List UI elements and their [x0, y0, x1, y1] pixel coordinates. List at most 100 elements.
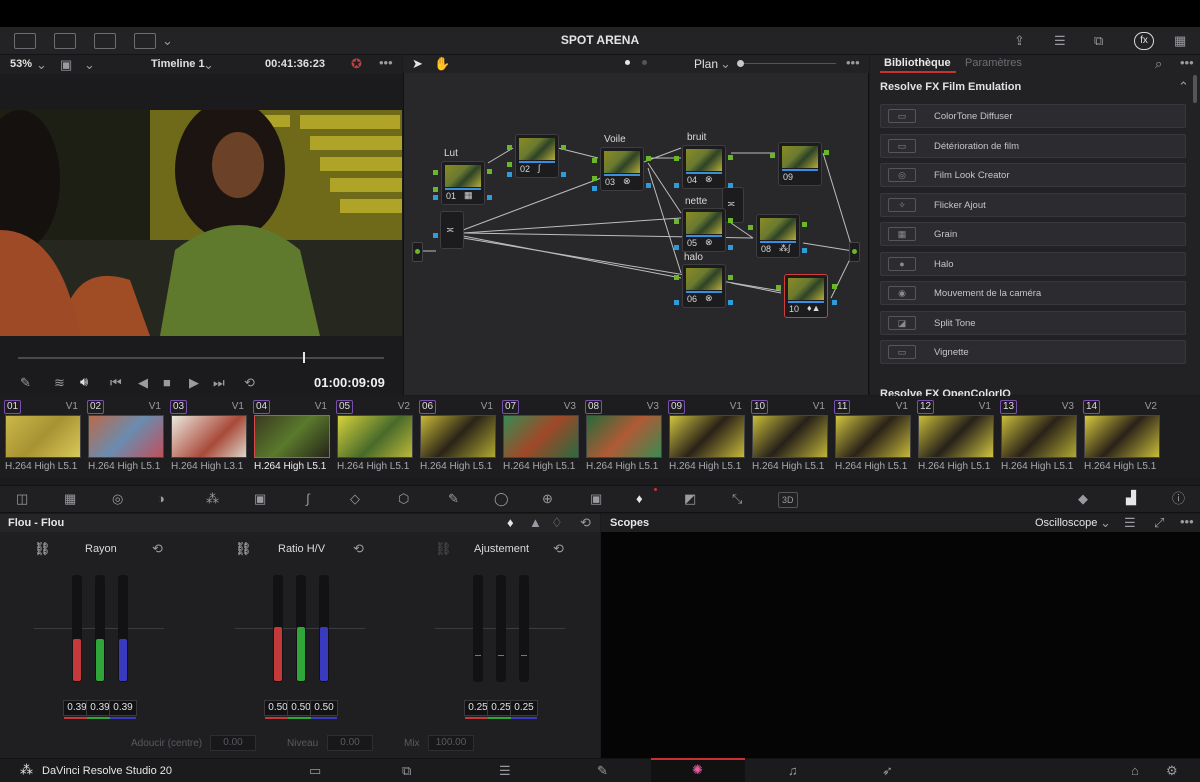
expand-icon[interactable]: ⤢	[1154, 516, 1164, 530]
timeline-name[interactable]: Timeline 1	[151, 58, 205, 70]
blur-slider-blue[interactable]	[118, 575, 128, 682]
search-icon[interactable]: ⌕	[1155, 57, 1162, 71]
eyedropper-icon[interactable]: ✎	[20, 376, 31, 390]
library-section-title[interactable]: Resolve FX Film Emulation	[880, 81, 1021, 93]
motion-effects-icon[interactable]: ▣	[254, 492, 266, 506]
camera-raw-icon[interactable]: ◫	[16, 492, 28, 506]
tab-parameters[interactable]: Paramètres	[965, 57, 1022, 69]
loop-icon[interactable]: ⟲	[244, 376, 255, 390]
page-color-icon[interactable]: ✺	[692, 763, 703, 777]
scopes-icon[interactable]: ▟	[1126, 491, 1136, 505]
link-icon[interactable]: ⛓	[34, 542, 51, 556]
chevron-down-icon[interactable]: ⌄	[36, 58, 47, 72]
page-edit-icon[interactable]: ☰	[499, 764, 511, 778]
fx-film-damage[interactable]: ▭ Détérioration de film	[880, 134, 1186, 158]
splitter-node[interactable]: ≍	[440, 211, 464, 249]
clip-05[interactable]: 05 V2 H.264 High L5.1	[332, 399, 413, 474]
3d-icon[interactable]: 3D	[778, 492, 798, 508]
clip-04[interactable]: 04 V1 H.264 High L5.1	[249, 399, 330, 474]
fx-camera-shake[interactable]: ◉ Mouvement de la caméra	[880, 281, 1186, 305]
node-10[interactable]: 10 ♦▲	[784, 274, 828, 318]
chevron-down-icon[interactable]: ⌄	[84, 58, 95, 72]
reset-icon[interactable]: ⟲	[152, 542, 163, 556]
fx-vignette[interactable]: ▭ Vignette	[880, 340, 1186, 364]
node-06[interactable]: 06 ⊗	[682, 264, 726, 308]
node-03[interactable]: 03 ⊗	[600, 147, 644, 191]
link-icon[interactable]: ⛓	[435, 542, 452, 556]
clip-03[interactable]: 03 V1 H.264 High L3.1	[166, 399, 247, 474]
nodes-icon[interactable]: ⧉	[1094, 34, 1103, 48]
window-icon[interactable]: ◯	[494, 492, 509, 506]
clip-09[interactable]: 09 V1 H.264 High L5.1	[664, 399, 745, 474]
blur-icon[interactable]: ♦	[636, 492, 643, 506]
level-field[interactable]: 0.00	[327, 735, 373, 751]
page-fusion-icon[interactable]: ✎	[597, 764, 608, 778]
page-cut-icon[interactable]: ⧉	[402, 764, 411, 778]
clip-11[interactable]: 11 V1 H.264 High L5.1	[830, 399, 911, 474]
chevron-down-icon[interactable]: ⌄	[162, 34, 173, 48]
library-scrollbar[interactable]	[1193, 75, 1197, 103]
media-pool-icon[interactable]	[14, 33, 36, 49]
mist-mode-icon[interactable]: ♢	[551, 516, 563, 530]
page-fairlight-icon[interactable]: ♫	[788, 764, 798, 778]
info-icon[interactable]: ⓘ	[1172, 492, 1185, 506]
node-04[interactable]: 04 ⊗	[682, 145, 726, 189]
scope-type-select[interactable]: Oscilloscope	[1035, 517, 1097, 529]
tab-library[interactable]: Bibliothèque	[884, 57, 951, 69]
skip-forward-icon[interactable]: ⏭	[213, 376, 225, 390]
clip-14[interactable]: 14 V2 H.264 High L5.1	[1079, 399, 1160, 474]
key-icon[interactable]: ◩	[684, 492, 696, 506]
soften-field[interactable]: 0.00	[210, 735, 256, 751]
node-02[interactable]: 02 ∫	[515, 134, 559, 178]
layers-icon[interactable]: ≋	[54, 376, 65, 390]
blur-slider-blue[interactable]	[519, 575, 529, 682]
clip-01[interactable]: 01 V1 H.264 High L5.1	[0, 399, 81, 474]
blur-slider-green[interactable]	[496, 575, 506, 682]
node-05[interactable]: 05 ⊗	[682, 208, 726, 252]
clips-icon[interactable]	[54, 33, 76, 49]
grid-icon[interactable]: ▦	[1174, 34, 1186, 48]
blur-slider-red[interactable]	[473, 575, 483, 682]
page-deliver-icon[interactable]: ➶	[882, 764, 893, 778]
fx-film-look-creator[interactable]: ◎ Film Look Creator	[880, 163, 1186, 187]
reset-icon[interactable]: ⟲	[553, 542, 564, 556]
play-icon[interactable]: ▶	[189, 376, 199, 390]
color-warper-icon[interactable]: ◇	[350, 492, 360, 506]
fx-flicker-add[interactable]: ✧ Flicker Ajout	[880, 193, 1186, 217]
zoom-slider-handle[interactable]	[737, 60, 744, 67]
keyframes-icon[interactable]: ◆	[1078, 492, 1088, 506]
reset-icon[interactable]: ⟲	[580, 516, 591, 530]
color-wheel-icon[interactable]: ✪	[351, 57, 362, 71]
skip-back-icon[interactable]: ⏮	[110, 376, 122, 390]
viewer-mode-icon[interactable]: ▣	[60, 58, 72, 72]
timeline-icon[interactable]	[134, 33, 156, 49]
blur-slider-green[interactable]	[95, 575, 105, 682]
viewer-scrubber[interactable]	[18, 357, 384, 359]
step-back-icon[interactable]: ◀	[138, 376, 148, 390]
sharpen-mode-icon[interactable]: ▲	[529, 516, 542, 530]
reset-icon[interactable]: ⟲	[353, 542, 364, 556]
fx-halo[interactable]: ● Halo	[880, 252, 1186, 276]
color-match-icon[interactable]: ▦	[64, 492, 76, 506]
page-dot[interactable]	[642, 60, 647, 65]
node-mode-select[interactable]: Plan	[694, 57, 718, 71]
blur-mode-icon[interactable]: ♦	[507, 516, 514, 530]
node-output[interactable]	[849, 242, 860, 262]
chevron-down-icon[interactable]: ⌄	[720, 57, 731, 71]
blur-value-field[interactable]: 0.25	[510, 700, 538, 716]
hand-icon[interactable]: ✋	[434, 57, 450, 71]
tracker-icon[interactable]: ⊕	[542, 492, 553, 506]
more-options-icon[interactable]: •••	[1180, 515, 1194, 529]
fx-split-tone[interactable]: ◪ Split Tone	[880, 311, 1186, 335]
zoom-slider-track[interactable]	[740, 63, 836, 64]
page-dot-active[interactable]	[625, 60, 630, 65]
gallery-icon[interactable]	[94, 33, 116, 49]
magic-mask-icon[interactable]: ▣	[590, 492, 602, 506]
zoom-level[interactable]: 53%	[10, 58, 32, 70]
clip-10[interactable]: 10 V1 H.264 High L5.1	[747, 399, 828, 474]
more-options-icon[interactable]: •••	[846, 56, 860, 70]
blur-value-field[interactable]: 0.39	[109, 700, 137, 716]
more-options-icon[interactable]: •••	[1180, 56, 1194, 70]
blur-slider-red[interactable]	[273, 575, 283, 682]
node-09[interactable]: 09	[778, 142, 822, 186]
